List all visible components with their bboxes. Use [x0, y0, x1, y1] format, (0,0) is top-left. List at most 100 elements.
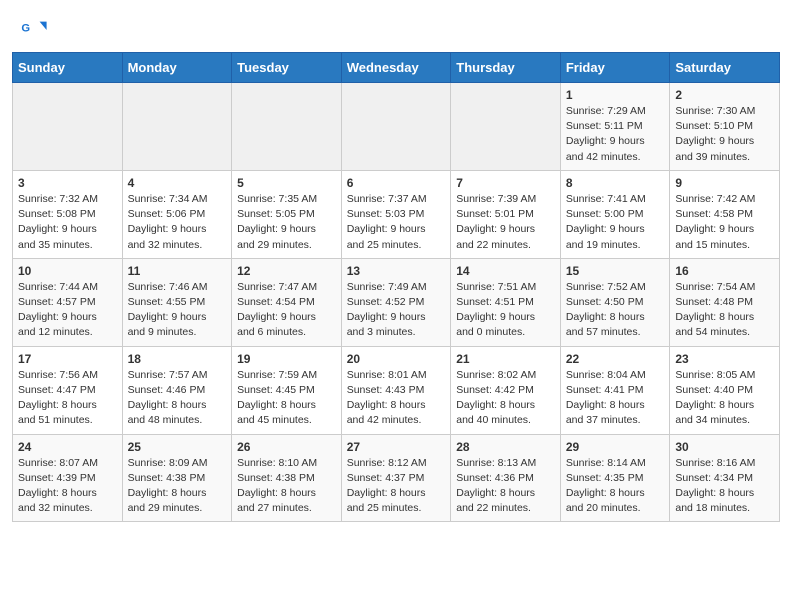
day-info: Sunrise: 7:39 AM Sunset: 5:01 PM Dayligh… [456, 192, 555, 253]
day-cell: 6 Sunrise: 7:37 AM Sunset: 5:03 PM Daylig… [341, 170, 451, 258]
day-cell [13, 83, 123, 171]
day-cell: 27 Sunrise: 8:12 AM Sunset: 4:37 PM Dayli… [341, 434, 451, 522]
day-cell [341, 83, 451, 171]
day-number: 21 [456, 352, 555, 366]
day-info: Sunrise: 7:41 AM Sunset: 5:00 PM Dayligh… [566, 192, 665, 253]
day-cell: 13Sunrise: 7:49 AM Sunset: 4:52 PM Dayli… [341, 258, 451, 346]
day-cell: 18 Sunrise: 7:57 AM Sunset: 4:46 PM Dayli… [122, 346, 232, 434]
weekday-wednesday: Wednesday [341, 53, 451, 83]
day-info: Sunrise: 8:02 AM Sunset: 4:42 PM Dayligh… [456, 368, 555, 429]
day-cell: 10 Sunrise: 7:44 AM Sunset: 4:57 PM Dayli… [13, 258, 123, 346]
day-info: Sunrise: 7:46 AM Sunset: 4:55 PM Dayligh… [128, 280, 227, 341]
day-info: Sunrise: 8:12 AM Sunset: 4:37 PM Dayligh… [347, 456, 446, 517]
weekday-header-row: SundayMondayTuesdayWednesdayThursdayFrid… [13, 53, 780, 83]
day-info: Sunrise: 8:13 AM Sunset: 4:36 PM Dayligh… [456, 456, 555, 517]
day-number: 10 [18, 264, 117, 278]
day-number: 14 [456, 264, 555, 278]
day-number: 15 [566, 264, 665, 278]
week-row-3: 10 Sunrise: 7:44 AM Sunset: 4:57 PM Dayli… [13, 258, 780, 346]
day-cell: 12Sunrise: 7:47 AM Sunset: 4:54 PM Dayli… [232, 258, 342, 346]
day-cell: 28Sunrise: 8:13 AM Sunset: 4:36 PM Dayli… [451, 434, 561, 522]
svg-text:G: G [21, 22, 30, 34]
day-number: 16 [675, 264, 774, 278]
day-number: 1 [566, 88, 665, 102]
day-cell: 4 Sunrise: 7:34 AM Sunset: 5:06 PM Daylig… [122, 170, 232, 258]
day-number: 24 [18, 440, 117, 454]
day-info: Sunrise: 8:05 AM Sunset: 4:40 PM Dayligh… [675, 368, 774, 429]
day-cell: 5 Sunrise: 7:35 AM Sunset: 5:05 PM Daylig… [232, 170, 342, 258]
day-number: 18 [128, 352, 227, 366]
day-info: Sunrise: 8:09 AM Sunset: 4:38 PM Dayligh… [128, 456, 227, 517]
day-info: Sunrise: 7:52 AM Sunset: 4:50 PM Dayligh… [566, 280, 665, 341]
day-number: 6 [347, 176, 446, 190]
day-cell: 17 Sunrise: 7:56 AM Sunset: 4:47 PM Dayli… [13, 346, 123, 434]
day-number: 26 [237, 440, 336, 454]
day-cell: 19Sunrise: 7:59 AM Sunset: 4:45 PM Dayli… [232, 346, 342, 434]
day-number: 5 [237, 176, 336, 190]
day-number: 11 [128, 264, 227, 278]
day-cell: 2 Sunrise: 7:30 AM Sunset: 5:10 PM Daylig… [670, 83, 780, 171]
day-number: 23 [675, 352, 774, 366]
day-number: 3 [18, 176, 117, 190]
day-info: Sunrise: 7:44 AM Sunset: 4:57 PM Dayligh… [18, 280, 117, 341]
day-info: Sunrise: 7:51 AM Sunset: 4:51 PM Dayligh… [456, 280, 555, 341]
day-number: 7 [456, 176, 555, 190]
day-number: 27 [347, 440, 446, 454]
day-info: Sunrise: 8:10 AM Sunset: 4:38 PM Dayligh… [237, 456, 336, 517]
day-info: Sunrise: 7:47 AM Sunset: 4:54 PM Dayligh… [237, 280, 336, 341]
calendar-body: 1 Sunrise: 7:29 AM Sunset: 5:11 PM Daylig… [13, 83, 780, 522]
week-row-1: 1 Sunrise: 7:29 AM Sunset: 5:11 PM Daylig… [13, 83, 780, 171]
day-cell: 26 Sunrise: 8:10 AM Sunset: 4:38 PM Dayli… [232, 434, 342, 522]
week-row-4: 17 Sunrise: 7:56 AM Sunset: 4:47 PM Dayli… [13, 346, 780, 434]
day-cell: 23 Sunrise: 8:05 AM Sunset: 4:40 PM Dayli… [670, 346, 780, 434]
day-info: Sunrise: 7:59 AM Sunset: 4:45 PM Dayligh… [237, 368, 336, 429]
day-info: Sunrise: 8:07 AM Sunset: 4:39 PM Dayligh… [18, 456, 117, 517]
day-cell: 8 Sunrise: 7:41 AM Sunset: 5:00 PM Daylig… [560, 170, 670, 258]
day-cell: 9Sunrise: 7:42 AM Sunset: 4:58 PM Daylig… [670, 170, 780, 258]
day-number: 4 [128, 176, 227, 190]
day-number: 25 [128, 440, 227, 454]
day-number: 2 [675, 88, 774, 102]
day-cell: 22Sunrise: 8:04 AM Sunset: 4:41 PM Dayli… [560, 346, 670, 434]
weekday-friday: Friday [560, 53, 670, 83]
calendar: SundayMondayTuesdayWednesdayThursdayFrid… [0, 52, 792, 534]
day-info: Sunrise: 8:01 AM Sunset: 4:43 PM Dayligh… [347, 368, 446, 429]
day-cell [232, 83, 342, 171]
day-cell: 15 Sunrise: 7:52 AM Sunset: 4:50 PM Dayli… [560, 258, 670, 346]
day-info: Sunrise: 7:54 AM Sunset: 4:48 PM Dayligh… [675, 280, 774, 341]
weekday-monday: Monday [122, 53, 232, 83]
weekday-sunday: Sunday [13, 53, 123, 83]
weekday-thursday: Thursday [451, 53, 561, 83]
day-info: Sunrise: 7:35 AM Sunset: 5:05 PM Dayligh… [237, 192, 336, 253]
day-cell [451, 83, 561, 171]
weekday-tuesday: Tuesday [232, 53, 342, 83]
calendar-table: SundayMondayTuesdayWednesdayThursdayFrid… [12, 52, 780, 522]
day-cell: 1 Sunrise: 7:29 AM Sunset: 5:11 PM Daylig… [560, 83, 670, 171]
day-cell: 25 Sunrise: 8:09 AM Sunset: 4:38 PM Dayli… [122, 434, 232, 522]
day-info: Sunrise: 8:14 AM Sunset: 4:35 PM Dayligh… [566, 456, 665, 517]
day-cell: 20 Sunrise: 8:01 AM Sunset: 4:43 PM Dayli… [341, 346, 451, 434]
day-info: Sunrise: 7:30 AM Sunset: 5:10 PM Dayligh… [675, 104, 774, 165]
day-info: Sunrise: 7:42 AM Sunset: 4:58 PM Dayligh… [675, 192, 774, 253]
day-info: Sunrise: 7:29 AM Sunset: 5:11 PM Dayligh… [566, 104, 665, 165]
day-cell [122, 83, 232, 171]
day-number: 17 [18, 352, 117, 366]
day-cell: 11 Sunrise: 7:46 AM Sunset: 4:55 PM Dayli… [122, 258, 232, 346]
day-cell: 7 Sunrise: 7:39 AM Sunset: 5:01 PM Daylig… [451, 170, 561, 258]
day-cell: 29Sunrise: 8:14 AM Sunset: 4:35 PM Dayli… [560, 434, 670, 522]
logo: G [20, 16, 52, 44]
day-info: Sunrise: 7:37 AM Sunset: 5:03 PM Dayligh… [347, 192, 446, 253]
day-cell: 3 Sunrise: 7:32 AM Sunset: 5:08 PM Daylig… [13, 170, 123, 258]
day-cell: 14 Sunrise: 7:51 AM Sunset: 4:51 PM Dayli… [451, 258, 561, 346]
day-info: Sunrise: 7:32 AM Sunset: 5:08 PM Dayligh… [18, 192, 117, 253]
day-info: Sunrise: 7:57 AM Sunset: 4:46 PM Dayligh… [128, 368, 227, 429]
day-info: Sunrise: 7:56 AM Sunset: 4:47 PM Dayligh… [18, 368, 117, 429]
day-info: Sunrise: 7:34 AM Sunset: 5:06 PM Dayligh… [128, 192, 227, 253]
weekday-saturday: Saturday [670, 53, 780, 83]
day-cell: 24 Sunrise: 8:07 AM Sunset: 4:39 PM Dayli… [13, 434, 123, 522]
day-number: 8 [566, 176, 665, 190]
day-info: Sunrise: 8:16 AM Sunset: 4:34 PM Dayligh… [675, 456, 774, 517]
logo-icon: G [20, 16, 48, 44]
day-cell: 30Sunrise: 8:16 AM Sunset: 4:34 PM Dayli… [670, 434, 780, 522]
day-number: 20 [347, 352, 446, 366]
